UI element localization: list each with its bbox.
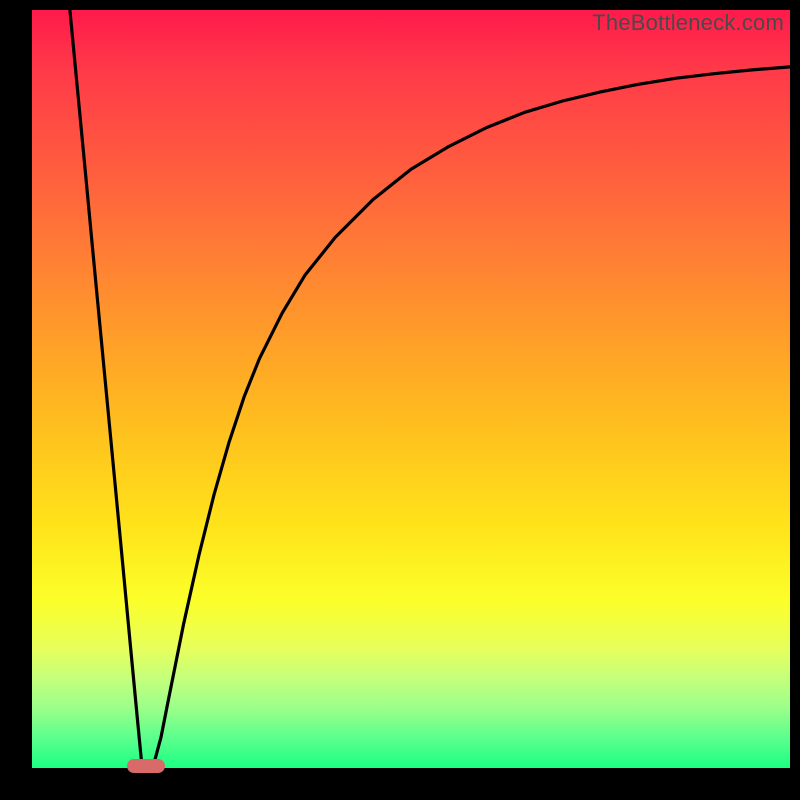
curve-left-branch [70,10,142,766]
plot-area: TheBottleneck.com [32,10,790,768]
chart-frame: TheBottleneck.com [0,0,800,800]
curve-layer [32,10,790,768]
curve-right-branch [153,67,790,766]
optimum-marker [127,759,165,773]
